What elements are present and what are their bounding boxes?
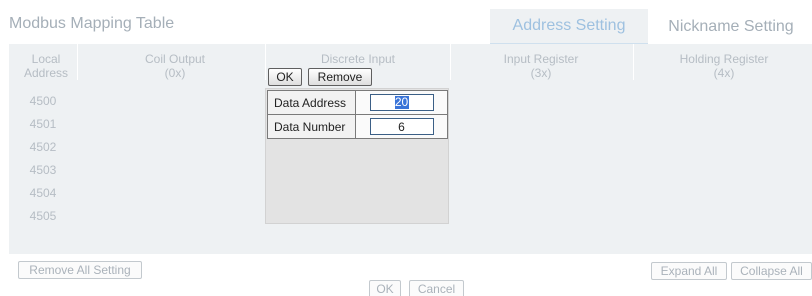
column-header-holding-register: Holding Register (4x) <box>634 52 812 80</box>
column-header-line: Holding Register <box>679 52 769 66</box>
data-address-cell: 20 <box>355 90 448 115</box>
column-header-line: (4x) <box>713 66 735 80</box>
expand-all-button[interactable]: Expand All <box>651 262 727 280</box>
discrete-input-settings-form: Data Address 20 Data Number <box>267 90 448 139</box>
column-header-local-address: Local Address <box>17 52 75 80</box>
address-cell: 4503 <box>29 163 57 177</box>
data-number-input[interactable] <box>369 118 434 135</box>
column-header-discrete-input: Discrete Input <box>265 52 451 66</box>
address-cell: 4504 <box>29 186 57 200</box>
column-header-line: Discrete Input <box>320 52 396 66</box>
address-cell: 4502 <box>29 140 57 154</box>
address-cell: 4501 <box>29 117 57 131</box>
data-number-cell <box>355 114 448 139</box>
column-header-line: (3x) <box>530 66 552 80</box>
column-header-line: Coil Output <box>144 52 206 66</box>
mapping-table-panel: Local Address Coil Output (0x) Discrete … <box>9 44 812 254</box>
data-address-label: Data Address <box>267 90 356 115</box>
dialog-cancel-button[interactable]: Cancel <box>409 280 464 296</box>
column-header-line: (0x) <box>164 66 186 80</box>
column-header-input-register: Input Register (3x) <box>451 52 631 80</box>
collapse-all-button[interactable]: Collapse All <box>731 262 812 280</box>
tab-nickname-setting[interactable]: Nickname Setting <box>650 9 812 45</box>
dialog-ok-button[interactable]: OK <box>369 280 401 296</box>
form-row: Data Address 20 <box>267 90 448 115</box>
remove-all-setting-button[interactable]: Remove All Setting <box>18 261 142 279</box>
column-header-line: Local <box>31 52 61 66</box>
discrete-input-remove-button[interactable]: Remove <box>308 68 372 86</box>
data-address-wrapper: 20 <box>369 94 434 111</box>
address-cell: 4505 <box>29 209 57 223</box>
column-header-line: Address <box>23 66 69 80</box>
column-header-line: Input Register <box>503 52 579 66</box>
column-header-coil-output: Coil Output (0x) <box>77 52 273 80</box>
data-address-input[interactable] <box>369 94 434 111</box>
tab-address-setting[interactable]: Address Setting <box>490 9 648 45</box>
form-row: Data Number <box>267 114 448 139</box>
address-cell: 4500 <box>29 94 57 108</box>
page-title: Modbus Mapping Table <box>9 15 175 32</box>
data-number-label: Data Number <box>267 114 356 139</box>
discrete-input-ok-button[interactable]: OK <box>268 68 302 86</box>
